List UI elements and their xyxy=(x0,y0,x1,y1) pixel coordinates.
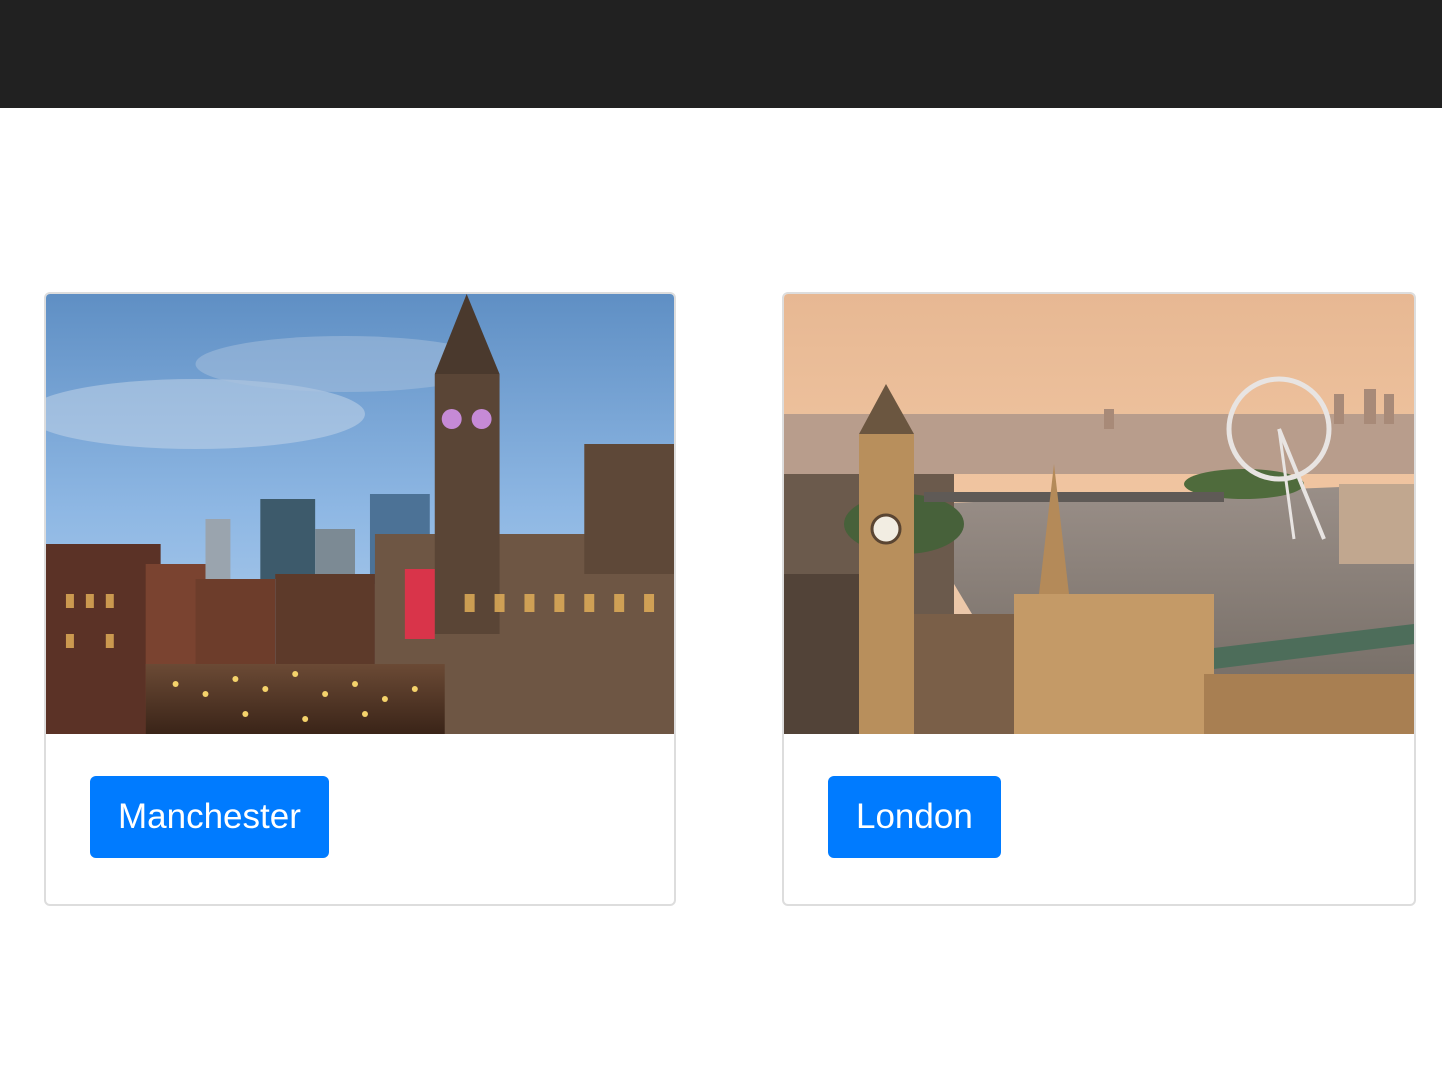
london-button[interactable]: London xyxy=(828,776,1001,858)
manchester-photo xyxy=(46,294,674,734)
manchester-image xyxy=(46,294,674,734)
city-card-london: London xyxy=(782,292,1416,906)
top-navbar xyxy=(0,0,1442,108)
card-body: Manchester xyxy=(46,734,674,904)
london-image xyxy=(784,294,1414,734)
card-body: London xyxy=(784,734,1414,904)
london-photo xyxy=(784,294,1414,734)
city-card-manchester: Manchester xyxy=(44,292,676,906)
manchester-button[interactable]: Manchester xyxy=(90,776,329,858)
